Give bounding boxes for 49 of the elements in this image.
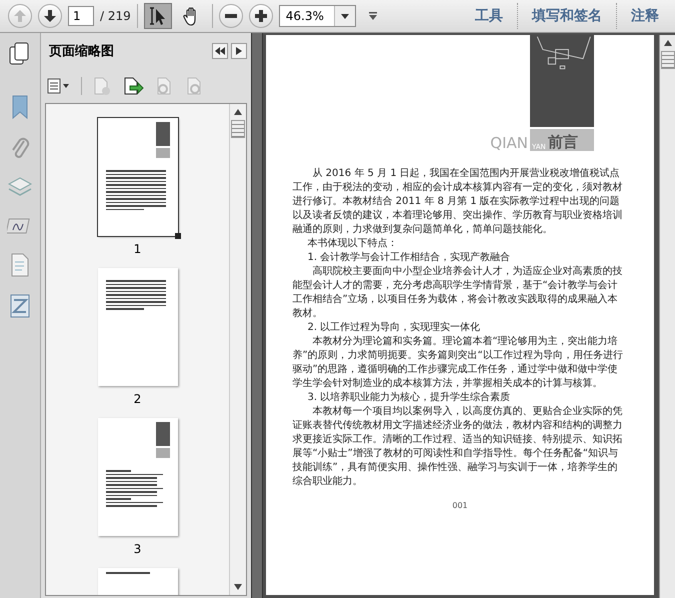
expand-panel-button[interactable]: [231, 43, 247, 59]
zoom-in-button[interactable]: [248, 4, 273, 28]
toolbar-menu-icon[interactable]: [368, 12, 378, 20]
chapter-heading: 前言: [548, 133, 578, 151]
page-thumbnails-button[interactable]: [9, 41, 31, 67]
page-label: 3: [134, 542, 142, 556]
page-label: 1: [134, 242, 142, 256]
page-label: 2: [134, 392, 142, 406]
up-arrow-icon[interactable]: [664, 40, 672, 46]
panel-tab[interactable]: 填写和签名: [524, 7, 610, 25]
up-arrow-icon: [13, 9, 27, 23]
body-paragraph: 本教材分为理论篇和实务篇。理论篇本着“理论够用为主，突出能力培养”的原则，力求简明扼要。实务篇则突出“以工作过程为导向，用任务进行驱动”的思路，遵循明确的工作步骤完成工作任务，通过学中做和做中学使学生学会针对制造业的成本核算方法，并掌握相关成本的计算与核算。: [292, 335, 624, 391]
next-page-button[interactable]: [38, 4, 62, 28]
page-thumbnail[interactable]: [98, 418, 178, 536]
body-paragraph: 从 2016 年 5 月 1 日起，我国在全国范围内开展营业税改增值税试点工作，由于税法的变动，相应的会计成本核算内容有一定的变化，须对教材进行修订。本教材结合 2011 年 8 月第 1 版在实际教学过程中出现的问题以及读者反馈的建议，本着理论够用、突出操作、学历教育与职业资格培训融通的原则，力求做到复杂问题简单化，简单问题技能化。: [292, 167, 624, 237]
up-arrow-icon[interactable]: [234, 109, 242, 115]
page-total: / 219: [100, 9, 131, 23]
document-icon[interactable]: [10, 252, 30, 278]
panel-tab[interactable]: 工具: [467, 7, 511, 25]
double-left-arrow-icon: [215, 47, 225, 55]
panel-tab[interactable]: 注释: [623, 7, 667, 25]
scrollbar[interactable]: [229, 104, 246, 595]
scrollbar[interactable]: [659, 35, 675, 598]
insert-page-icon[interactable]: [122, 76, 144, 96]
section-heading: 2. 以工作过程为导向，实现理实一体化: [306, 321, 482, 335]
scrollbar-thumb[interactable]: [660, 51, 674, 69]
collapse-panel-button[interactable]: [212, 43, 228, 59]
panel-title: 页面缩略图: [48, 42, 115, 60]
pinyin-title: QIAN: [490, 136, 528, 151]
body-paragraph: 高职院校主要面向中小型企业培养会计人才，为适应企业对高素质的技能型会计人才的需要，充分考虑高职学生学情背景，基于“会计教学与会计工作相结合”立场，以项目任务为载体，将会计教改实践取得的成果融入本教材。: [292, 265, 624, 321]
body-paragraph: 本教材每一个项目均以案例导入，以高度仿真的、更贴合企业实际的凭证账表替代传统教材用文字描述经济业务的做法，教材内容和结构的调整力求更接近实际工作。清晰的工作过程、适当的知识链接、特别提示、知识拓展等“小贴士”增强了教材的可阅读性和自学指导性。每个任务配备“知识与技能训练”，具有简便实用、操作性强、融学习与实训于一体，培养学生的综合职业能力。: [292, 405, 624, 489]
right-arrow-icon: [236, 47, 242, 55]
section-heading: 1. 会计教学与会计工作相结合，实现产教融合: [306, 251, 512, 265]
page-number: 001: [452, 501, 468, 510]
options-menu-icon[interactable]: [47, 78, 71, 94]
page-number-field[interactable]: 1: [68, 6, 94, 26]
compare-icon[interactable]: [9, 293, 31, 319]
page-thumbnail[interactable]: [98, 268, 178, 386]
plus-icon: [254, 9, 268, 23]
scrollbar-thumb[interactable]: [231, 120, 245, 138]
select-tool-button[interactable]: [144, 3, 172, 29]
page-thumbnail[interactable]: [98, 568, 178, 595]
section-heading: 本书体现以下特点：: [306, 237, 398, 251]
zoom-out-button[interactable]: [218, 4, 243, 28]
zoom-dropdown[interactable]: 46.3%: [278, 5, 356, 27]
section-heading: 3. 以培养职业能力为核心，提升学生综合素质: [306, 391, 512, 405]
down-arrow-icon[interactable]: [234, 584, 242, 590]
caret-icon: [340, 14, 349, 18]
down-arrow-icon: [43, 9, 57, 23]
